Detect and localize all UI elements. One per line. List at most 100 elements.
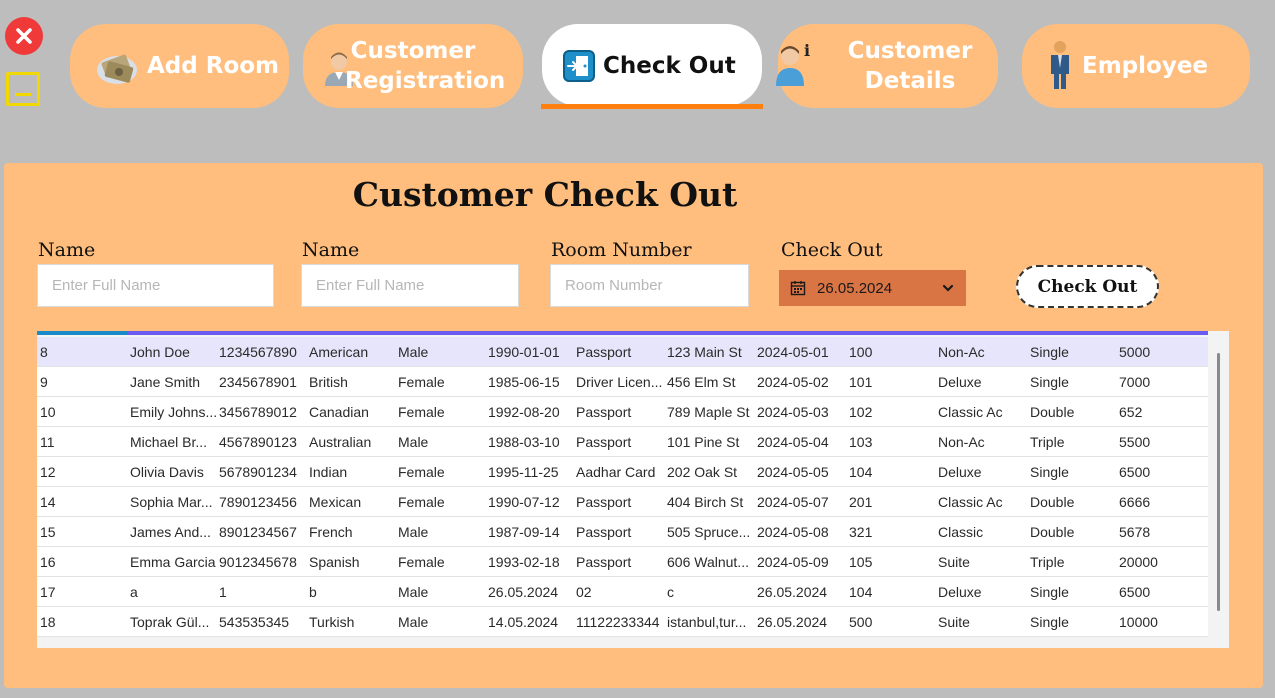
check-out-date-picker[interactable]: 26.05.2024: [779, 270, 966, 306]
table-cell: Olivia Davis: [130, 464, 204, 480]
table-cell: British: [309, 374, 348, 390]
table-cell: 1990-01-01: [488, 344, 560, 360]
table-cell: 20000: [1119, 554, 1158, 570]
table-cell: Female: [398, 374, 445, 390]
table-cell: Female: [398, 404, 445, 420]
table-cell: 606 Walnut...: [667, 554, 749, 570]
table-cell: 14: [40, 494, 56, 510]
table-cell: 1993-02-18: [488, 554, 560, 570]
table-row[interactable]: 18 Toprak Gül... 543535345 Turkish Male 14.05…: [37, 607, 1208, 637]
name-input[interactable]: [37, 264, 274, 307]
table-cell: 12: [40, 464, 56, 480]
table-cell: 8901234567: [219, 524, 297, 540]
table-row[interactable]: 17 a 1 b Male 26.05.2024 02 c 26.05.2024 104 Delux…: [37, 577, 1208, 607]
table-cell: 1990-07-12: [488, 494, 560, 510]
table-cell: 11: [40, 434, 55, 450]
table-cell: Single: [1030, 344, 1069, 360]
table-cell: Classic: [938, 524, 984, 540]
table-cell: 2024-05-07: [757, 494, 829, 510]
nav-tab-customer-registration[interactable]: Customer Registration: [303, 24, 523, 108]
nav-tab-add-room[interactable]: Add Room: [70, 24, 289, 108]
nav-tab-employee[interactable]: Employee: [1022, 24, 1250, 108]
table-cell: Female: [398, 464, 445, 480]
table-cell: 1: [219, 584, 227, 600]
table-cell: 456 Elm St: [667, 374, 736, 390]
table-cell: James And...: [130, 524, 211, 540]
table-cell: Canadian: [309, 404, 369, 420]
table-cell: 404 Birch St: [667, 494, 744, 510]
table-cell: Non-Ac: [938, 434, 985, 450]
table-row[interactable]: 11 Michael Br... 4567890123 Australian Male 1…: [37, 427, 1208, 457]
user-info-icon: i: [776, 42, 810, 86]
table-cell: 15: [40, 524, 56, 540]
table-cell: Double: [1030, 524, 1075, 540]
table-cell: Male: [398, 614, 429, 630]
table-cell: 321: [849, 524, 873, 540]
table-cell: Emma Garcia: [130, 554, 216, 570]
table-cell: 5678901234: [219, 464, 297, 480]
nav-tab-customer-details[interactable]: i Customer Details: [776, 24, 998, 108]
table-cell: c: [667, 584, 674, 600]
table-cell: 9012345678: [219, 554, 297, 570]
table-row[interactable]: 14 Sophia Mar... 7890123456 Mexican Female 19…: [37, 487, 1208, 517]
table-cell: 505 Spruce...: [667, 524, 751, 540]
name-label-2: Name: [302, 239, 360, 261]
table-cell: 7890123456: [219, 494, 297, 510]
table-row[interactable]: 12 Olivia Davis 5678901234 Indian Female 1995…: [37, 457, 1208, 487]
money-icon: [97, 54, 137, 84]
active-tab-indicator: [541, 104, 763, 109]
table-cell: 18: [40, 614, 56, 630]
table-cell: Non-Ac: [938, 344, 985, 360]
minimize-window-button[interactable]: [6, 72, 40, 106]
table-cell: 2024-05-01: [757, 344, 829, 360]
table-cell: 652: [1119, 404, 1143, 420]
table-cell: Passport: [576, 524, 632, 540]
table-row[interactable]: 8 John Doe 1234567890 American Male 1990-01-0…: [37, 337, 1208, 367]
table-cell: a: [130, 584, 138, 600]
table-cell: Triple: [1030, 434, 1065, 450]
table-cell: Triple: [1030, 554, 1065, 570]
nav-tab-label: Employee: [1082, 53, 1209, 79]
check-out-button[interactable]: Check Out: [1016, 265, 1159, 308]
table-cell: Driver Licen...: [576, 374, 663, 390]
table-cell: 100: [849, 344, 873, 360]
table-row[interactable]: 15 James And... 8901234567 French Male 1987-0…: [37, 517, 1208, 547]
table-cell: Male: [398, 584, 429, 600]
scrollbar-thumb[interactable]: [1217, 353, 1220, 611]
table-cell: 2024-05-09: [757, 554, 829, 570]
table-cell: 5678: [1119, 524, 1151, 540]
table-cell: Single: [1030, 614, 1069, 630]
table-cell: Deluxe: [938, 584, 982, 600]
table-cell: 10: [40, 404, 56, 420]
page-title: Customer Check Out: [352, 175, 738, 214]
table-cell: 1234567890: [219, 344, 297, 360]
table-row[interactable]: 10 Emily Johns... 3456789012 Canadian Female…: [37, 397, 1208, 427]
table-cell: 104: [849, 464, 873, 480]
room-number-input[interactable]: [550, 264, 749, 307]
table-cell: 14.05.2024: [488, 614, 559, 630]
close-window-button[interactable]: [5, 17, 43, 55]
customers-grid[interactable]: 8 John Doe 1234567890 American Male 1990-01-0…: [37, 331, 1229, 648]
table-cell: Male: [398, 434, 429, 450]
table-cell: 6500: [1119, 464, 1151, 480]
table-cell: 1987-09-14: [488, 524, 560, 540]
table-row[interactable]: 16 Emma Garcia 9012345678 Spanish Female 1993…: [37, 547, 1208, 577]
name-input-2[interactable]: [301, 264, 519, 307]
table-cell: 1985-06-15: [488, 374, 560, 390]
table-cell: Aadhar Card: [576, 464, 656, 480]
nav-tab-check-out[interactable]: Check Out: [542, 24, 762, 106]
grid-body: 8 John Doe 1234567890 American Male 1990-01-0…: [37, 337, 1208, 637]
table-cell: 11122233344: [576, 614, 660, 630]
name-label: Name: [38, 239, 96, 261]
table-cell: 201: [849, 494, 873, 510]
table-row[interactable]: 9 Jane Smith 2345678901 British Female 1985-0…: [37, 367, 1208, 397]
grid-header-strip: [37, 331, 1208, 335]
table-cell: Classic Ac: [938, 404, 1003, 420]
table-cell: Single: [1030, 374, 1069, 390]
vertical-scrollbar[interactable]: [1209, 335, 1229, 648]
table-cell: Indian: [309, 464, 348, 480]
table-cell: Emily Johns...: [130, 404, 217, 420]
minimize-icon: [15, 93, 31, 96]
table-cell: Single: [1030, 464, 1069, 480]
room-number-label: Room Number: [551, 239, 692, 261]
